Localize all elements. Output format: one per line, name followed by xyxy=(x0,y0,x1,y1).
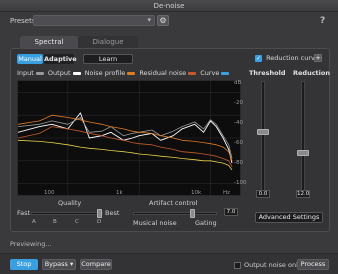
bottom-toolbar: Stop Bypass ▾ Compare Output noise only … xyxy=(0,253,338,274)
x-tick-10k: 10k xyxy=(191,190,202,196)
legend-noise-profile-label: Noise profile xyxy=(84,69,126,77)
y-tick-60: -60 xyxy=(234,140,243,146)
quality-slider-handle[interactable] xyxy=(97,209,102,218)
x-tick-100: 100 xyxy=(44,190,55,196)
quality-tick-c: C xyxy=(75,219,79,225)
legend-output-label: Output xyxy=(47,69,71,77)
checkbox-checked-icon: ✓ xyxy=(255,54,262,62)
status-text: Previewing... xyxy=(10,240,52,248)
x-tick-unit: Hz xyxy=(223,190,231,196)
spectrum-graph[interactable] xyxy=(17,80,241,196)
threshold-value-field[interactable]: 0.0 xyxy=(256,190,270,198)
artifact-control-label: Artifact control xyxy=(149,199,198,207)
artifact-value-field[interactable]: 7.0 xyxy=(224,208,238,216)
chevron-down-icon: ▾ xyxy=(147,16,151,24)
presets-label: Presets xyxy=(10,17,36,25)
artifact-slider-track[interactable] xyxy=(133,212,217,215)
reduction-label: Reduction xyxy=(293,69,330,77)
tab-spectral[interactable]: Spectral xyxy=(20,36,78,48)
advanced-settings-button[interactable]: Advanced Settings xyxy=(255,212,323,223)
help-icon[interactable]: ? xyxy=(320,16,325,26)
legend-output-swatch xyxy=(72,71,81,75)
quality-tick-a: A xyxy=(32,219,36,225)
quality-fast-label: Fast xyxy=(17,209,31,217)
legend-residual-noise-label: Residual noise xyxy=(139,69,187,77)
threshold-slider-handle[interactable] xyxy=(257,129,269,135)
tab-dialogue[interactable]: Dialogue xyxy=(78,36,138,48)
musical-noise-label: Musical noise xyxy=(133,219,177,227)
output-noise-only-checkbox[interactable] xyxy=(234,262,241,269)
x-tick-1k: 1k xyxy=(116,190,123,196)
threshold-slider-track[interactable] xyxy=(261,81,265,193)
compare-button[interactable]: Compare xyxy=(80,259,112,270)
presets-dropdown[interactable]: ▾ xyxy=(33,15,155,26)
quality-slider-track[interactable] xyxy=(31,212,103,215)
quality-tick-d: D xyxy=(97,219,102,225)
gear-icon: ⚙ xyxy=(159,16,167,25)
legend-input-label: Input xyxy=(17,69,34,77)
y-tick-20: -20 xyxy=(234,100,243,106)
legend-input-swatch xyxy=(35,71,44,75)
reduction-slider-handle[interactable] xyxy=(297,150,309,156)
spectral-panel: Manual Adaptive Learn ✓ Reduction curve … xyxy=(10,48,330,232)
quality-label: Quality xyxy=(58,199,82,207)
adaptive-button[interactable]: Adaptive xyxy=(44,54,77,64)
legend-residual-noise-swatch xyxy=(188,71,197,75)
y-tick-80: -80 xyxy=(234,160,243,166)
window-title: De-noise xyxy=(0,0,338,12)
reduction-curve-label: Reduction curve xyxy=(266,54,319,62)
artifact-slider-handle[interactable] xyxy=(190,209,195,218)
learn-button[interactable]: Learn xyxy=(83,54,133,64)
quality-tick-b: B xyxy=(53,219,57,225)
y-tick-40: -40 xyxy=(234,120,243,126)
presets-settings-button[interactable]: ⚙ xyxy=(157,15,169,26)
process-button[interactable]: Process xyxy=(297,259,329,270)
y-tick-100: -100 xyxy=(234,180,247,186)
legend-curve-label: Curve xyxy=(200,69,220,77)
stop-button[interactable]: Stop xyxy=(10,259,38,270)
presets-row: Presets ▾ ⚙ ? xyxy=(0,14,338,28)
manual-button[interactable]: Manual xyxy=(17,54,43,64)
output-noise-only-label: Output noise only xyxy=(244,261,302,269)
reduction-curve-toggle[interactable]: ✓ Reduction curve xyxy=(255,53,319,63)
y-tick-unit: dB xyxy=(234,80,242,86)
add-curve-button[interactable]: + xyxy=(314,54,322,62)
bypass-button[interactable]: Bypass ▾ xyxy=(42,259,76,270)
reduction-slider-track[interactable] xyxy=(301,81,305,193)
quality-best-label: Best xyxy=(105,209,120,217)
legend-noise-profile-swatch xyxy=(127,71,136,75)
threshold-label: Threshold xyxy=(249,69,286,77)
gating-label: Gating xyxy=(195,219,217,227)
series-curve xyxy=(18,139,233,171)
spectrum-plot xyxy=(18,81,240,195)
chevron-down-icon: ▾ xyxy=(70,260,74,268)
reduction-value-field[interactable]: 12.0 xyxy=(296,190,310,198)
legend-curve-swatch xyxy=(221,71,230,75)
graph-legend: Input Output Noise profile Residual nois… xyxy=(17,69,231,77)
